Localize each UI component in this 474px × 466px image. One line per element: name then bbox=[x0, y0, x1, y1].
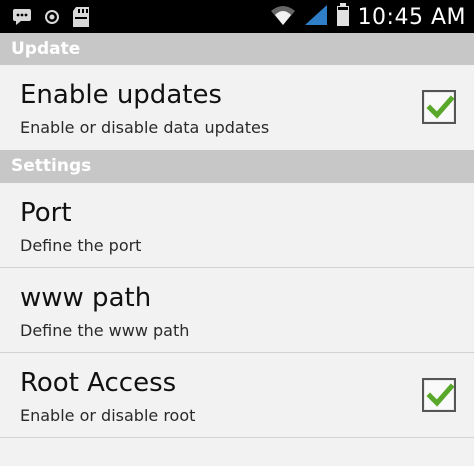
pref-summary: Enable or disable root bbox=[20, 406, 196, 425]
data-sync-icon bbox=[44, 9, 60, 30]
battery-icon bbox=[336, 3, 350, 32]
checkmark-icon bbox=[426, 95, 454, 119]
pref-title: Root Access bbox=[20, 368, 177, 398]
sd-card-icon bbox=[72, 6, 90, 33]
section-header-settings: Settings bbox=[0, 150, 474, 183]
status-right-icons: 10:45 AM bbox=[270, 3, 466, 32]
status-bar: 10:45 AM bbox=[0, 0, 474, 33]
status-time-ampm: AM bbox=[430, 5, 466, 30]
pref-title: www path bbox=[20, 283, 152, 313]
divider bbox=[0, 437, 474, 438]
pref-port[interactable]: Port Define the port bbox=[0, 183, 474, 267]
pref-summary: Enable or disable data updates bbox=[20, 118, 270, 137]
pref-www-path[interactable]: www path Define the www path bbox=[0, 268, 474, 352]
enable-updates-checkbox[interactable] bbox=[422, 90, 456, 124]
pref-title: Enable updates bbox=[20, 80, 222, 110]
status-time: 10:45 AM bbox=[358, 5, 466, 30]
pref-root-access[interactable]: Root Access Enable or disable root bbox=[0, 353, 474, 437]
status-time-value: 10:45 bbox=[357, 5, 424, 30]
pref-enable-updates[interactable]: Enable updates Enable or disable data up… bbox=[0, 65, 474, 150]
wifi-icon bbox=[270, 4, 296, 31]
cell-signal-icon bbox=[304, 4, 328, 31]
pref-summary: Define the port bbox=[20, 236, 142, 255]
section-header-update: Update bbox=[0, 33, 474, 65]
pref-summary: Define the www path bbox=[20, 321, 190, 340]
message-icon bbox=[12, 8, 32, 31]
root-access-checkbox[interactable] bbox=[422, 378, 456, 412]
status-left-icons bbox=[12, 6, 90, 33]
pref-title: Port bbox=[20, 198, 72, 228]
checkmark-icon bbox=[426, 383, 454, 407]
